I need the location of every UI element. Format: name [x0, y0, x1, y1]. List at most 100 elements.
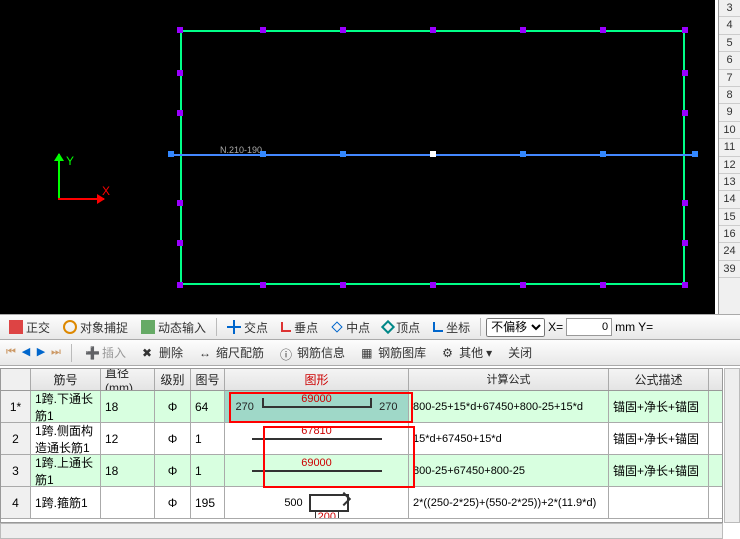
- grip-icon[interactable]: [177, 70, 183, 76]
- row-num[interactable]: 1*: [1, 391, 31, 422]
- grip-icon[interactable]: [600, 27, 606, 33]
- grip-icon[interactable]: [430, 282, 436, 288]
- next-icon[interactable]: ▶: [34, 346, 48, 360]
- horizontal-scrollbar[interactable]: [0, 523, 723, 539]
- last-icon[interactable]: ⏭: [49, 346, 63, 360]
- drawing-canvas[interactable]: N.210-190 Y X: [0, 0, 715, 314]
- row-num[interactable]: 3: [1, 455, 31, 486]
- grip-icon[interactable]: [682, 70, 688, 76]
- grip-icon[interactable]: [520, 282, 526, 288]
- vertex-button[interactable]: 顶点: [378, 317, 425, 338]
- grip-icon[interactable]: [520, 27, 526, 33]
- cell-formula[interactable]: 800-25+67450+800-25: [409, 455, 609, 486]
- grip-icon[interactable]: [682, 282, 688, 288]
- grip-icon[interactable]: [340, 27, 346, 33]
- insert-button[interactable]: ➕插入: [80, 342, 131, 363]
- cell-name[interactable]: 1跨.箍筋1: [31, 487, 101, 518]
- cell-desc[interactable]: 锚固+净长+锚固: [609, 455, 709, 486]
- table-row[interactable]: 41跨.箍筋1 Φ1955002002*((250-2*25)+(550-2*25…: [1, 487, 722, 519]
- grip-icon[interactable]: [682, 110, 688, 116]
- grip-mid-icon[interactable]: [600, 151, 606, 157]
- prev-icon[interactable]: ◀: [19, 346, 33, 360]
- grip-icon[interactable]: [682, 240, 688, 246]
- cell-name[interactable]: 1跨.侧面构造通长筋1: [31, 423, 101, 454]
- cell-dia[interactable]: 18: [101, 391, 155, 422]
- grip-icon[interactable]: [600, 282, 606, 288]
- grip-end-icon[interactable]: [168, 151, 174, 157]
- col-formula[interactable]: 计算公式: [409, 369, 609, 390]
- grip-icon[interactable]: [430, 27, 436, 33]
- grip-icon[interactable]: [177, 282, 183, 288]
- col-figno[interactable]: 图号: [191, 369, 225, 390]
- coord-button[interactable]: 坐标: [428, 317, 475, 338]
- cell-grade[interactable]: Φ: [155, 391, 191, 422]
- other-button[interactable]: ⚙其他▾: [437, 342, 497, 363]
- cell-dia[interactable]: 18: [101, 455, 155, 486]
- table-row[interactable]: 31跨.上通长筋118Φ169000800-25+67450+800-25锚固+…: [1, 455, 722, 487]
- cell-name[interactable]: 1跨.下通长筋1: [31, 391, 101, 422]
- grip-icon[interactable]: [177, 27, 183, 33]
- cell-desc[interactable]: [609, 487, 709, 518]
- grip-mid-icon[interactable]: [260, 151, 266, 157]
- grip-center-icon[interactable]: [430, 151, 436, 157]
- delete-button[interactable]: ✖删除: [137, 342, 188, 363]
- cell-shape[interactable]: 69000: [225, 455, 409, 486]
- cell-formula[interactable]: 15*d+67450+15*d: [409, 423, 609, 454]
- cell-formula[interactable]: 800-25+15*d+67450+800-25+15*d: [409, 391, 609, 422]
- rebar-library-button[interactable]: ▦钢筋图库: [356, 342, 431, 363]
- cell-formula[interactable]: 2*((250-2*25)+(550-2*25))+2*(11.9*d): [409, 487, 609, 518]
- offset-select[interactable]: 不偏移: [486, 318, 545, 337]
- cell-dia[interactable]: 12: [101, 423, 155, 454]
- cell-figno[interactable]: 1: [191, 423, 225, 454]
- grip-end-icon[interactable]: [692, 151, 698, 157]
- cell-figno[interactable]: 195: [191, 487, 225, 518]
- table-row[interactable]: 1*1跨.下通长筋118Φ6469000270270800-25+15*d+67…: [1, 391, 722, 423]
- grip-icon[interactable]: [177, 110, 183, 116]
- cell-shape[interactable]: 69000270270: [225, 391, 409, 422]
- mm-label: mm: [615, 320, 635, 334]
- ruler-tick: 11: [719, 139, 740, 156]
- cell-name[interactable]: 1跨.上通长筋1: [31, 455, 101, 486]
- grip-icon[interactable]: [260, 27, 266, 33]
- cell-dia[interactable]: [101, 487, 155, 518]
- label: 交点: [244, 319, 268, 336]
- col-dia[interactable]: 直径(mm): [101, 369, 155, 390]
- info-icon: ⓘ: [280, 346, 294, 360]
- row-num[interactable]: 2: [1, 423, 31, 454]
- grip-mid-icon[interactable]: [340, 151, 346, 157]
- close-button[interactable]: 关闭: [503, 342, 537, 363]
- cell-figno[interactable]: 64: [191, 391, 225, 422]
- grip-icon[interactable]: [682, 27, 688, 33]
- midpoint-button[interactable]: 中点: [326, 317, 375, 338]
- ortho-button[interactable]: 正交: [4, 317, 55, 338]
- col-shape[interactable]: 图形: [225, 369, 409, 390]
- cell-desc[interactable]: 锚固+净长+锚固: [609, 391, 709, 422]
- x-input[interactable]: [566, 318, 612, 336]
- table-row[interactable]: 21跨.侧面构造通长筋112Φ16781015*d+67450+15*d锚固+净…: [1, 423, 722, 455]
- first-icon[interactable]: ⏮: [4, 346, 18, 360]
- grip-icon[interactable]: [260, 282, 266, 288]
- grip-icon[interactable]: [682, 200, 688, 206]
- cell-figno[interactable]: 1: [191, 455, 225, 486]
- cell-shape[interactable]: 67810: [225, 423, 409, 454]
- vertical-scrollbar[interactable]: [724, 368, 740, 523]
- cell-desc[interactable]: 锚固+净长+锚固: [609, 423, 709, 454]
- col-desc[interactable]: 公式描述: [609, 369, 709, 390]
- scale-rebar-button[interactable]: ↔缩尺配筋: [194, 342, 269, 363]
- intersection-button[interactable]: 交点: [222, 317, 273, 338]
- rebar-info-button[interactable]: ⓘ钢筋信息: [275, 342, 350, 363]
- object-snap-button[interactable]: 对象捕捉: [58, 317, 133, 338]
- row-num[interactable]: 4: [1, 487, 31, 518]
- cell-grade[interactable]: Φ: [155, 455, 191, 486]
- perpendicular-button[interactable]: 垂点: [276, 317, 323, 338]
- cell-shape[interactable]: 500200: [225, 487, 409, 518]
- col-grade[interactable]: 级别: [155, 369, 191, 390]
- dynamic-input-button[interactable]: 动态输入: [136, 317, 211, 338]
- grip-icon[interactable]: [340, 282, 346, 288]
- col-name[interactable]: 筋号: [31, 369, 101, 390]
- grip-mid-icon[interactable]: [520, 151, 526, 157]
- grip-icon[interactable]: [177, 240, 183, 246]
- cell-grade[interactable]: Φ: [155, 423, 191, 454]
- grip-icon[interactable]: [177, 200, 183, 206]
- cell-grade[interactable]: Φ: [155, 487, 191, 518]
